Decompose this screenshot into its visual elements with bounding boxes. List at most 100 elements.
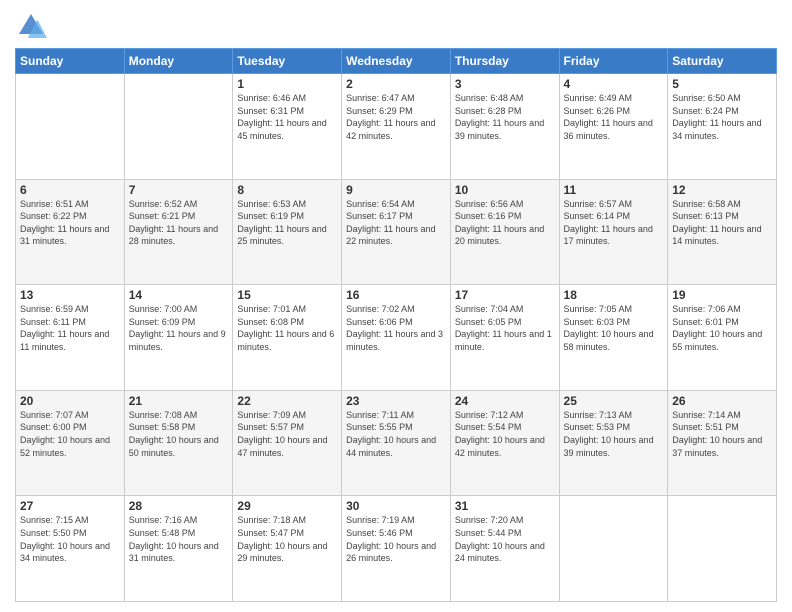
calendar-cell: 9Sunrise: 6:54 AM Sunset: 6:17 PM Daylig… [342,179,451,285]
day-info: Sunrise: 7:09 AM Sunset: 5:57 PM Dayligh… [237,409,337,459]
day-number: 20 [20,394,120,408]
day-info: Sunrise: 6:56 AM Sunset: 6:16 PM Dayligh… [455,198,555,248]
day-info: Sunrise: 7:13 AM Sunset: 5:53 PM Dayligh… [564,409,664,459]
day-number: 23 [346,394,446,408]
day-number: 19 [672,288,772,302]
day-number: 14 [129,288,229,302]
day-info: Sunrise: 6:46 AM Sunset: 6:31 PM Dayligh… [237,92,337,142]
day-number: 4 [564,77,664,91]
day-number: 30 [346,499,446,513]
day-number: 26 [672,394,772,408]
calendar-cell: 10Sunrise: 6:56 AM Sunset: 6:16 PM Dayli… [450,179,559,285]
day-number: 10 [455,183,555,197]
calendar-cell: 13Sunrise: 6:59 AM Sunset: 6:11 PM Dayli… [16,285,125,391]
calendar-cell: 15Sunrise: 7:01 AM Sunset: 6:08 PM Dayli… [233,285,342,391]
day-info: Sunrise: 7:04 AM Sunset: 6:05 PM Dayligh… [455,303,555,353]
calendar-cell: 17Sunrise: 7:04 AM Sunset: 6:05 PM Dayli… [450,285,559,391]
calendar-cell: 23Sunrise: 7:11 AM Sunset: 5:55 PM Dayli… [342,390,451,496]
day-info: Sunrise: 7:02 AM Sunset: 6:06 PM Dayligh… [346,303,446,353]
calendar-week-row: 13Sunrise: 6:59 AM Sunset: 6:11 PM Dayli… [16,285,777,391]
calendar-cell: 26Sunrise: 7:14 AM Sunset: 5:51 PM Dayli… [668,390,777,496]
day-info: Sunrise: 7:06 AM Sunset: 6:01 PM Dayligh… [672,303,772,353]
day-number: 31 [455,499,555,513]
day-info: Sunrise: 6:52 AM Sunset: 6:21 PM Dayligh… [129,198,229,248]
calendar-cell: 6Sunrise: 6:51 AM Sunset: 6:22 PM Daylig… [16,179,125,285]
page: SundayMondayTuesdayWednesdayThursdayFrid… [0,0,792,612]
day-info: Sunrise: 6:53 AM Sunset: 6:19 PM Dayligh… [237,198,337,248]
day-header-saturday: Saturday [668,49,777,74]
calendar-week-row: 20Sunrise: 7:07 AM Sunset: 6:00 PM Dayli… [16,390,777,496]
day-info: Sunrise: 7:20 AM Sunset: 5:44 PM Dayligh… [455,514,555,564]
calendar-cell: 11Sunrise: 6:57 AM Sunset: 6:14 PM Dayli… [559,179,668,285]
calendar-week-row: 27Sunrise: 7:15 AM Sunset: 5:50 PM Dayli… [16,496,777,602]
day-info: Sunrise: 7:05 AM Sunset: 6:03 PM Dayligh… [564,303,664,353]
day-info: Sunrise: 6:54 AM Sunset: 6:17 PM Dayligh… [346,198,446,248]
day-info: Sunrise: 7:11 AM Sunset: 5:55 PM Dayligh… [346,409,446,459]
day-info: Sunrise: 6:51 AM Sunset: 6:22 PM Dayligh… [20,198,120,248]
day-number: 21 [129,394,229,408]
day-header-sunday: Sunday [16,49,125,74]
calendar-cell: 5Sunrise: 6:50 AM Sunset: 6:24 PM Daylig… [668,74,777,180]
day-info: Sunrise: 7:07 AM Sunset: 6:00 PM Dayligh… [20,409,120,459]
logo-icon [15,10,47,42]
day-number: 1 [237,77,337,91]
day-header-wednesday: Wednesday [342,49,451,74]
calendar-cell: 27Sunrise: 7:15 AM Sunset: 5:50 PM Dayli… [16,496,125,602]
calendar-cell: 20Sunrise: 7:07 AM Sunset: 6:00 PM Dayli… [16,390,125,496]
calendar-cell [16,74,125,180]
day-header-thursday: Thursday [450,49,559,74]
day-number: 29 [237,499,337,513]
calendar-cell: 28Sunrise: 7:16 AM Sunset: 5:48 PM Dayli… [124,496,233,602]
day-number: 2 [346,77,446,91]
calendar-cell: 3Sunrise: 6:48 AM Sunset: 6:28 PM Daylig… [450,74,559,180]
day-info: Sunrise: 7:19 AM Sunset: 5:46 PM Dayligh… [346,514,446,564]
calendar-cell: 30Sunrise: 7:19 AM Sunset: 5:46 PM Dayli… [342,496,451,602]
day-number: 25 [564,394,664,408]
calendar-cell: 31Sunrise: 7:20 AM Sunset: 5:44 PM Dayli… [450,496,559,602]
day-info: Sunrise: 6:59 AM Sunset: 6:11 PM Dayligh… [20,303,120,353]
day-info: Sunrise: 6:50 AM Sunset: 6:24 PM Dayligh… [672,92,772,142]
day-info: Sunrise: 6:47 AM Sunset: 6:29 PM Dayligh… [346,92,446,142]
day-info: Sunrise: 7:12 AM Sunset: 5:54 PM Dayligh… [455,409,555,459]
day-number: 24 [455,394,555,408]
day-info: Sunrise: 6:57 AM Sunset: 6:14 PM Dayligh… [564,198,664,248]
day-info: Sunrise: 7:16 AM Sunset: 5:48 PM Dayligh… [129,514,229,564]
calendar-table: SundayMondayTuesdayWednesdayThursdayFrid… [15,48,777,602]
calendar-cell: 19Sunrise: 7:06 AM Sunset: 6:01 PM Dayli… [668,285,777,391]
calendar-cell [124,74,233,180]
day-number: 3 [455,77,555,91]
calendar-cell: 8Sunrise: 6:53 AM Sunset: 6:19 PM Daylig… [233,179,342,285]
day-info: Sunrise: 7:18 AM Sunset: 5:47 PM Dayligh… [237,514,337,564]
day-info: Sunrise: 6:49 AM Sunset: 6:26 PM Dayligh… [564,92,664,142]
day-header-friday: Friday [559,49,668,74]
calendar-cell [559,496,668,602]
calendar-cell: 22Sunrise: 7:09 AM Sunset: 5:57 PM Dayli… [233,390,342,496]
day-number: 6 [20,183,120,197]
day-info: Sunrise: 7:15 AM Sunset: 5:50 PM Dayligh… [20,514,120,564]
calendar-cell: 18Sunrise: 7:05 AM Sunset: 6:03 PM Dayli… [559,285,668,391]
calendar-cell: 16Sunrise: 7:02 AM Sunset: 6:06 PM Dayli… [342,285,451,391]
day-number: 8 [237,183,337,197]
day-number: 11 [564,183,664,197]
day-header-monday: Monday [124,49,233,74]
calendar-cell: 24Sunrise: 7:12 AM Sunset: 5:54 PM Dayli… [450,390,559,496]
header [15,10,777,42]
calendar-week-row: 6Sunrise: 6:51 AM Sunset: 6:22 PM Daylig… [16,179,777,285]
calendar-cell: 4Sunrise: 6:49 AM Sunset: 6:26 PM Daylig… [559,74,668,180]
day-number: 13 [20,288,120,302]
day-number: 5 [672,77,772,91]
logo [15,10,51,42]
day-info: Sunrise: 6:48 AM Sunset: 6:28 PM Dayligh… [455,92,555,142]
calendar-header-row: SundayMondayTuesdayWednesdayThursdayFrid… [16,49,777,74]
calendar-cell [668,496,777,602]
calendar-cell: 2Sunrise: 6:47 AM Sunset: 6:29 PM Daylig… [342,74,451,180]
day-info: Sunrise: 7:08 AM Sunset: 5:58 PM Dayligh… [129,409,229,459]
calendar-cell: 29Sunrise: 7:18 AM Sunset: 5:47 PM Dayli… [233,496,342,602]
day-number: 12 [672,183,772,197]
calendar-cell: 7Sunrise: 6:52 AM Sunset: 6:21 PM Daylig… [124,179,233,285]
day-info: Sunrise: 6:58 AM Sunset: 6:13 PM Dayligh… [672,198,772,248]
calendar-cell: 21Sunrise: 7:08 AM Sunset: 5:58 PM Dayli… [124,390,233,496]
day-number: 15 [237,288,337,302]
day-number: 17 [455,288,555,302]
day-number: 7 [129,183,229,197]
